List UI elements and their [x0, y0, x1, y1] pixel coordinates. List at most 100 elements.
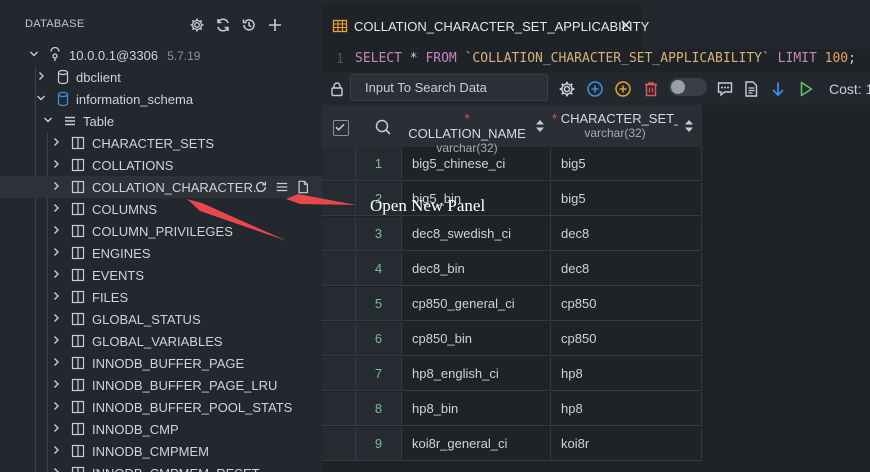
sidebar-table-item[interactable]: INNODB_BUFFER_PAGE_LRU: [0, 374, 322, 396]
sidebar-table-item[interactable]: INNODB_CMPMEM_RESET: [0, 462, 322, 472]
export-file-icon[interactable]: [740, 78, 762, 100]
search-input-box[interactable]: [350, 74, 548, 101]
sidebar-table-item[interactable]: CHARACTER_SETS: [0, 132, 322, 154]
sidebar-table-item[interactable]: COLUMN_PRIVILEGES: [0, 220, 322, 242]
chevron-right-icon[interactable]: [35, 70, 47, 82]
row-select-cell[interactable]: [322, 322, 356, 356]
chevron-right-icon[interactable]: [50, 268, 62, 280]
cell-collation-name[interactable]: cp850_general_ci: [402, 287, 551, 321]
gear-icon[interactable]: [186, 14, 208, 36]
toggle-switch[interactable]: [669, 78, 707, 96]
cell-collation-name[interactable]: cp850_bin: [402, 322, 551, 356]
table-row[interactable]: 6 cp850_bin cp850: [322, 322, 702, 357]
cell-collation-name[interactable]: big5_chinese_ci: [402, 147, 551, 181]
chevron-down-icon[interactable]: [28, 48, 40, 60]
select-all-checkbox[interactable]: [333, 120, 349, 136]
row-select-cell[interactable]: [322, 392, 356, 426]
row-select-cell[interactable]: [322, 427, 356, 461]
arrow-down-icon[interactable]: [767, 78, 789, 100]
chevron-right-icon[interactable]: [50, 378, 62, 390]
cell-character-set[interactable]: hp8: [551, 357, 702, 391]
list-icon[interactable]: [274, 179, 290, 195]
sidebar-table-item[interactable]: COLLATION_CHARACTER...: [0, 176, 322, 198]
gear-icon[interactable]: [556, 78, 578, 100]
table-row[interactable]: 7 hp8_english_ci hp8: [322, 357, 702, 392]
chevron-right-icon[interactable]: [50, 136, 62, 148]
cell-character-set[interactable]: cp850: [551, 322, 702, 356]
chevron-right-icon[interactable]: [50, 422, 62, 434]
row-select-cell[interactable]: [322, 182, 356, 216]
tree-connection[interactable]: 10.0.0.1@3306 5.7.19: [0, 44, 322, 66]
row-select-cell[interactable]: [322, 357, 356, 391]
chevron-down-icon[interactable]: [35, 92, 47, 104]
table-row[interactable]: 5 cp850_general_ci cp850: [322, 287, 702, 322]
chevron-right-icon[interactable]: [50, 202, 62, 214]
chevron-right-icon[interactable]: [50, 246, 62, 258]
delete-icon[interactable]: [640, 78, 662, 100]
sidebar-table-item[interactable]: COLLATIONS: [0, 154, 322, 176]
insert-icon[interactable]: [612, 78, 634, 100]
refresh-icon[interactable]: [212, 14, 234, 36]
sql-editor[interactable]: 1 SELECT * FROM `COLLATION_CHARACTER_SET…: [322, 49, 870, 71]
sidebar-table-item[interactable]: INNODB_BUFFER_POOL_STATS: [0, 396, 322, 418]
refresh-icon[interactable]: [253, 179, 269, 195]
cell-character-set[interactable]: dec8: [551, 252, 702, 286]
chevron-right-icon[interactable]: [50, 290, 62, 302]
sidebar-table-item[interactable]: ENGINES: [0, 242, 322, 264]
tree-table-group[interactable]: Table: [0, 110, 322, 132]
add-icon[interactable]: [264, 14, 286, 36]
column-header-character-set[interactable]: * CHARACTER_SET_NA varchar(32): [552, 111, 678, 141]
history-icon[interactable]: [238, 14, 260, 36]
sidebar-table-item[interactable]: INNODB_CMPMEM: [0, 440, 322, 462]
table-row[interactable]: 8 hp8_bin hp8: [322, 392, 702, 427]
sidebar-table-item[interactable]: INNODB_BUFFER_PAGE: [0, 352, 322, 374]
sort-icon[interactable]: [684, 118, 694, 134]
chevron-right-icon[interactable]: [50, 312, 62, 324]
table-row[interactable]: 3 dec8_swedish_ci dec8: [322, 217, 702, 252]
chevron-right-icon[interactable]: [50, 400, 62, 412]
sidebar-table-item[interactable]: GLOBAL_VARIABLES: [0, 330, 322, 352]
cell-character-set[interactable]: big5: [551, 182, 702, 216]
cell-collation-name[interactable]: dec8_swedish_ci: [402, 217, 551, 251]
chevron-right-icon[interactable]: [50, 466, 62, 472]
sidebar-table-item[interactable]: FILES: [0, 286, 322, 308]
chevron-right-icon[interactable]: [50, 444, 62, 456]
sidebar-table-item[interactable]: COLUMNS: [0, 198, 322, 220]
table-row[interactable]: 1 big5_chinese_ci big5: [322, 147, 702, 182]
cell-character-set[interactable]: hp8: [551, 392, 702, 426]
tree-database[interactable]: dbclient: [0, 66, 322, 88]
row-select-cell[interactable]: [322, 147, 356, 181]
comment-icon[interactable]: [714, 78, 736, 100]
sql-code[interactable]: SELECT * FROM `COLLATION_CHARACTER_SET_A…: [355, 51, 856, 66]
row-select-cell[interactable]: [322, 287, 356, 321]
chevron-right-icon[interactable]: [50, 180, 62, 192]
add-row-icon[interactable]: [584, 78, 606, 100]
run-icon[interactable]: [795, 78, 817, 100]
search-icon[interactable]: [374, 118, 392, 136]
row-select-cell[interactable]: [322, 252, 356, 286]
sidebar-table-item[interactable]: EVENTS: [0, 264, 322, 286]
cell-collation-name[interactable]: koi8r_general_ci: [402, 427, 551, 461]
lock-icon[interactable]: [326, 78, 348, 100]
table-row[interactable]: 4 dec8_bin dec8: [322, 252, 702, 287]
chevron-right-icon[interactable]: [50, 224, 62, 236]
row-select-cell[interactable]: [322, 217, 356, 251]
cell-character-set[interactable]: cp850: [551, 287, 702, 321]
cell-character-set[interactable]: koi8r: [551, 427, 702, 461]
chevron-right-icon[interactable]: [50, 334, 62, 346]
sidebar-table-item[interactable]: GLOBAL_STATUS: [0, 308, 322, 330]
sort-icon[interactable]: [535, 118, 545, 134]
cell-character-set[interactable]: dec8: [551, 217, 702, 251]
sidebar-table-item[interactable]: INNODB_CMP: [0, 418, 322, 440]
cell-collation-name[interactable]: dec8_bin: [402, 252, 551, 286]
new-file-icon[interactable]: [295, 179, 311, 195]
cell-character-set[interactable]: big5: [551, 147, 702, 181]
search-input[interactable]: [351, 75, 547, 100]
chevron-right-icon[interactable]: [50, 158, 62, 170]
chevron-down-icon[interactable]: [42, 114, 54, 126]
cell-collation-name[interactable]: hp8_bin: [402, 392, 551, 426]
tab-query[interactable]: COLLATION_CHARACTER_SET_APPLICABILITY: [322, 4, 649, 49]
tree-database[interactable]: information_schema: [0, 88, 322, 110]
table-row[interactable]: 9 koi8r_general_ci koi8r: [322, 427, 702, 462]
cell-collation-name[interactable]: hp8_english_ci: [402, 357, 551, 391]
